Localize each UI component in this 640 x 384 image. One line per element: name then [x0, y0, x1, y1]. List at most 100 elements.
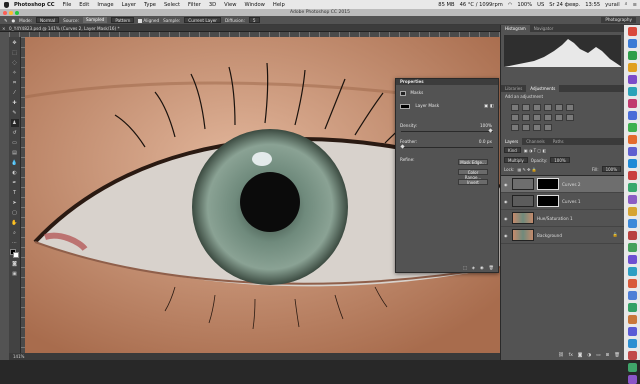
- menu-view[interactable]: View: [224, 2, 236, 8]
- blur-tool-icon[interactable]: 💧: [11, 159, 19, 167]
- kind-filter-select[interactable]: Kind: [504, 147, 521, 153]
- shape-tool-icon[interactable]: ▢: [11, 209, 19, 217]
- apply-mask-icon[interactable]: ◈: [472, 265, 475, 271]
- gradient-tool-icon[interactable]: ▤: [11, 149, 19, 157]
- wifi-icon[interactable]: ◠: [508, 2, 513, 8]
- date-status[interactable]: Sr 24 февр.: [549, 2, 580, 8]
- crop-tool-icon[interactable]: ⌗: [11, 79, 19, 87]
- color-range-button[interactable]: Color Range...: [458, 169, 488, 180]
- zoom-level[interactable]: 141%: [13, 354, 24, 359]
- feather-slider[interactable]: [400, 144, 493, 149]
- add-mask-icon[interactable]: ◙: [578, 353, 582, 358]
- link-layers-icon[interactable]: ⛓: [558, 353, 564, 358]
- menu-image[interactable]: Image: [97, 2, 113, 8]
- feather-value[interactable]: 0.0 px: [479, 139, 492, 144]
- apple-menu-icon[interactable]: [4, 1, 9, 8]
- fill-input[interactable]: 100%: [601, 166, 621, 172]
- quick-select-tool-icon[interactable]: ✧: [11, 69, 19, 77]
- hand-tool-icon[interactable]: ✋: [11, 219, 19, 227]
- color-swatches[interactable]: [10, 249, 19, 258]
- brightness-icon[interactable]: [511, 104, 519, 111]
- invert-icon[interactable]: [566, 114, 574, 121]
- lock-icons[interactable]: ▦ ✎ ✥ 🔒: [517, 167, 536, 172]
- exposure-icon[interactable]: [544, 104, 552, 111]
- dock-app-icon[interactable]: [627, 63, 637, 72]
- more-tools-icon[interactable]: ⋯: [11, 239, 19, 247]
- quick-mask-icon[interactable]: ◙: [11, 260, 19, 268]
- pixel-mask-icon[interactable]: ▣: [484, 103, 488, 108]
- tab-paths[interactable]: Paths: [549, 138, 568, 145]
- dock-app-icon[interactable]: [627, 219, 637, 228]
- healing-brush-tool-icon[interactable]: ✚: [11, 99, 19, 107]
- layer-mask-thumbnail[interactable]: [537, 178, 559, 190]
- document-tab[interactable]: × 0_Y4Y4823.psd @ 141% (Curves 2, Layer …: [0, 25, 500, 32]
- threshold-icon[interactable]: [522, 124, 530, 131]
- minimize-window-icon[interactable]: [9, 10, 13, 15]
- dock-app-icon[interactable]: [627, 243, 637, 252]
- menu-layer[interactable]: Layer: [122, 2, 136, 8]
- move-tool-icon[interactable]: ✥: [11, 39, 19, 47]
- feather-slider-handle[interactable]: [400, 144, 405, 149]
- pen-tool-icon[interactable]: ✒: [11, 179, 19, 187]
- dock-app-icon[interactable]: [627, 159, 637, 168]
- temperature-status[interactable]: 46 °C / 1099rpm: [460, 2, 503, 8]
- clock-status[interactable]: 13:55: [585, 2, 600, 8]
- density-slider[interactable]: [401, 128, 493, 133]
- fx-icon[interactable]: fx: [569, 353, 573, 358]
- tab-navigator[interactable]: Navigator: [530, 25, 558, 32]
- density-slider-handle[interactable]: [488, 128, 493, 133]
- menu-edit[interactable]: Edit: [79, 2, 89, 8]
- dock-app-icon[interactable]: [627, 51, 637, 60]
- tab-libraries[interactable]: Libraries: [501, 85, 526, 92]
- dock-app-icon[interactable]: [627, 27, 637, 36]
- battery-status[interactable]: 100%: [517, 2, 532, 8]
- dock-app-icon[interactable]: [627, 135, 637, 144]
- layer-row-curves-1[interactable]: ◉ Curves 1: [501, 193, 624, 210]
- menu-window[interactable]: Window: [244, 2, 264, 8]
- dock-app-icon[interactable]: [627, 339, 637, 348]
- clone-stamp-tool-icon[interactable]: ✎: [4, 18, 8, 23]
- dock-app-icon[interactable]: [627, 207, 637, 216]
- dock-app-icon[interactable]: [627, 183, 637, 192]
- curves-icon[interactable]: [533, 104, 541, 111]
- tab-histogram[interactable]: Histogram: [501, 25, 530, 32]
- dock-app-icon[interactable]: [627, 267, 637, 276]
- dock-app-icon[interactable]: [627, 291, 637, 300]
- close-window-icon[interactable]: [3, 10, 7, 15]
- dock-app-icon[interactable]: [627, 87, 637, 96]
- eraser-tool-icon[interactable]: ▭: [11, 139, 19, 147]
- visibility-eye-icon[interactable]: ◉: [504, 199, 509, 204]
- vibrance-icon[interactable]: [555, 104, 563, 111]
- dodge-tool-icon[interactable]: ◐: [11, 169, 19, 177]
- workspace-switcher[interactable]: Photography: [601, 17, 636, 23]
- source-pattern-option[interactable]: Pattern: [111, 17, 135, 23]
- photo-filter-icon[interactable]: [533, 114, 541, 121]
- tab-layers[interactable]: Layers: [501, 138, 523, 145]
- dock-app-icon[interactable]: [627, 75, 637, 84]
- layer-row-hue-saturation[interactable]: ◉ Hue/Saturation 1: [501, 210, 624, 227]
- visibility-eye-icon[interactable]: ◉: [504, 182, 509, 187]
- dock-app-icon[interactable]: [627, 231, 637, 240]
- notification-center-icon[interactable]: ≡: [633, 2, 637, 8]
- new-layer-icon[interactable]: ⊞: [606, 353, 610, 358]
- background-color[interactable]: [13, 252, 19, 258]
- aligned-checkbox[interactable]: Aligned: [138, 18, 159, 23]
- layer-mask-thumbnail[interactable]: [537, 195, 559, 207]
- dock-app-icon[interactable]: [627, 363, 637, 372]
- dock-app-icon[interactable]: [627, 195, 637, 204]
- blend-mode-select[interactable]: Multiply: [504, 157, 528, 163]
- levels-icon[interactable]: [522, 104, 530, 111]
- dock-app-icon[interactable]: [627, 255, 637, 264]
- search-icon[interactable]: ⌕: [625, 1, 628, 8]
- color-lookup-icon[interactable]: [555, 114, 563, 121]
- menu-file[interactable]: File: [63, 2, 72, 8]
- tab-channels[interactable]: Channels: [522, 138, 549, 145]
- properties-header[interactable]: Properties: [396, 79, 498, 85]
- close-document-icon[interactable]: ×: [2, 25, 6, 32]
- dock-app-icon[interactable]: [627, 99, 637, 108]
- path-select-tool-icon[interactable]: ➤: [11, 199, 19, 207]
- sample-select[interactable]: Current Layer: [184, 17, 221, 23]
- new-group-icon[interactable]: ▭: [596, 353, 600, 358]
- layer-row-background[interactable]: ◉ Background 🔒: [501, 227, 624, 244]
- menu-help[interactable]: Help: [273, 2, 285, 8]
